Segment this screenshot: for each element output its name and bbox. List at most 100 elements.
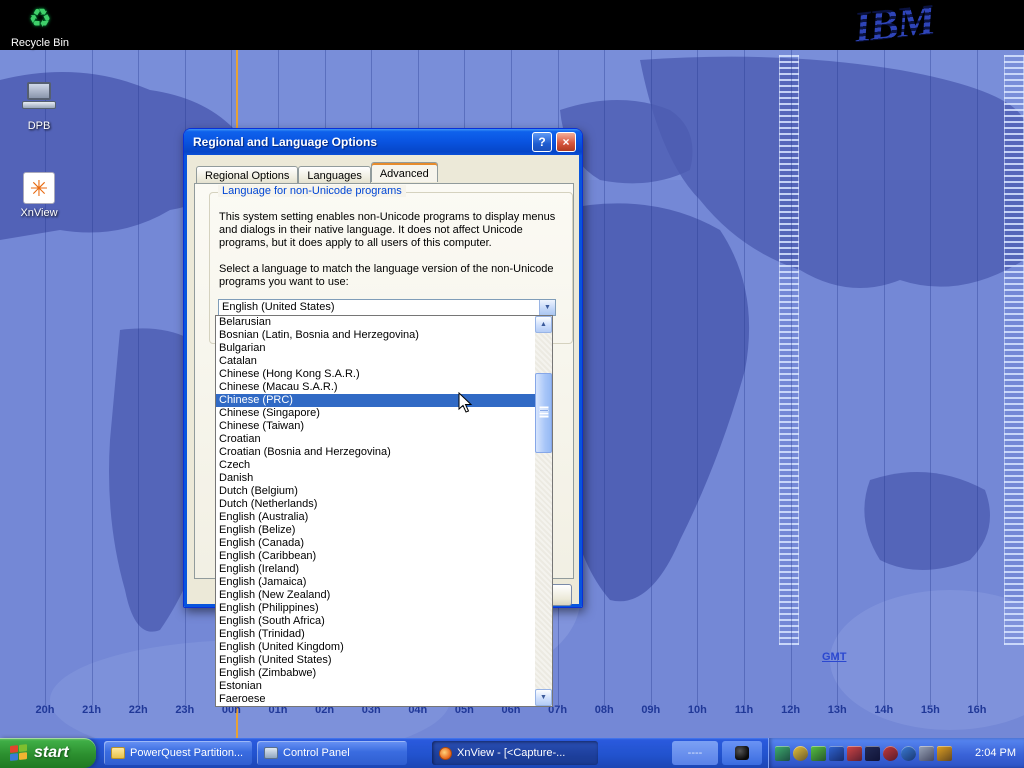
- top-banner: IBM: [0, 0, 1024, 50]
- language-option[interactable]: Chinese (Singapore): [216, 407, 535, 420]
- chevron-down-icon[interactable]: ▼: [539, 300, 555, 315]
- clock[interactable]: 2:04 PM: [975, 747, 1018, 759]
- language-option[interactable]: English (Australia): [216, 511, 535, 524]
- folder-icon: [111, 747, 125, 759]
- scroll-up-icon[interactable]: ▲: [535, 316, 552, 333]
- timezone-line: [92, 50, 93, 705]
- language-option[interactable]: English (New Zealand): [216, 589, 535, 602]
- ibm-logo: IBM: [852, 0, 936, 53]
- tray-icons: [775, 746, 952, 761]
- language-option[interactable]: Bosnian (Latin, Bosnia and Herzegovina): [216, 329, 535, 342]
- dialog-tabs: Regional OptionsLanguagesAdvanced: [196, 164, 438, 183]
- tray-icon-2[interactable]: [793, 746, 808, 761]
- hour-label: 08h: [595, 704, 614, 716]
- language-option[interactable]: English (South Africa): [216, 615, 535, 628]
- system-tray: 2:04 PM: [768, 738, 1024, 768]
- xnview-icon: [439, 747, 452, 760]
- hour-label: 11h: [735, 704, 753, 716]
- hour-label: 15h: [921, 704, 940, 716]
- language-option[interactable]: English (Belize): [216, 524, 535, 537]
- language-option[interactable]: Catalan: [216, 355, 535, 368]
- timezone-line: [651, 50, 652, 705]
- groupbox-title: Language for non-Unicode programs: [218, 185, 406, 197]
- language-option[interactable]: Danish: [216, 472, 535, 485]
- hour-label: 14h: [874, 704, 893, 716]
- taskbar-button-label: XnView - [<Capture-...: [457, 747, 565, 759]
- tray-icon-9[interactable]: [919, 746, 934, 761]
- language-option[interactable]: Chinese (PRC): [216, 394, 535, 407]
- hour-label: 20h: [36, 704, 55, 716]
- dark-app-icon: [735, 746, 749, 760]
- language-option[interactable]: English (Jamaica): [216, 576, 535, 589]
- tab-advanced[interactable]: Advanced: [371, 162, 438, 182]
- windows-flag-icon: [10, 744, 28, 762]
- language-option[interactable]: English (Caribbean): [216, 550, 535, 563]
- tray-icon-3[interactable]: [811, 746, 826, 761]
- combobox-value: English (United States): [222, 300, 335, 315]
- description-text-1: This system setting enables non-Unicode …: [219, 211, 569, 250]
- language-option[interactable]: English (United Kingdom): [216, 641, 535, 654]
- language-option[interactable]: English (United States): [216, 654, 535, 667]
- taskbar-button-control-panel[interactable]: Control Panel: [257, 741, 407, 765]
- tray-icon-5[interactable]: [847, 746, 862, 761]
- xnview-app-icon: ✳: [23, 172, 55, 204]
- hour-label: 16h: [968, 704, 987, 716]
- desktop: 20h21h22h23h00h01h02h03h04h05h06h07h08h0…: [0, 0, 1024, 768]
- desktop-icon-dpb[interactable]: DPB: [4, 82, 74, 132]
- timezone-line: [930, 50, 931, 705]
- language-option[interactable]: Dutch (Netherlands): [216, 498, 535, 511]
- language-option[interactable]: English (Trinidad): [216, 628, 535, 641]
- dialog-titlebar[interactable]: Regional and Language Options ? ×: [184, 129, 582, 155]
- help-button[interactable]: ?: [532, 132, 552, 152]
- tray-icon-7[interactable]: [883, 746, 898, 761]
- language-option[interactable]: English (Philippines): [216, 602, 535, 615]
- language-combobox[interactable]: English (United States) ▼: [218, 299, 556, 316]
- language-option[interactable]: Chinese (Taiwan): [216, 420, 535, 433]
- tray-icon-10[interactable]: [937, 746, 952, 761]
- language-option[interactable]: Chinese (Macau S.A.R.): [216, 381, 535, 394]
- language-option[interactable]: English (Ireland): [216, 563, 535, 576]
- tab-regional-options[interactable]: Regional Options: [196, 166, 298, 184]
- language-option[interactable]: Belarusian: [216, 316, 535, 329]
- language-option[interactable]: Bulgarian: [216, 342, 535, 355]
- language-option[interactable]: English (Zimbabwe): [216, 667, 535, 680]
- desktop-icon-xnview[interactable]: ✳ XnView: [4, 172, 74, 219]
- taskbar: start PowerQuest Partition... Control Pan…: [0, 738, 1024, 768]
- tray-icon-4[interactable]: [829, 746, 844, 761]
- control-panel-icon: [264, 747, 278, 759]
- timezone-line: [977, 50, 978, 705]
- icon-label: XnView: [4, 207, 74, 219]
- language-option[interactable]: Dutch (Belgium): [216, 485, 535, 498]
- timezone-line: [138, 50, 139, 705]
- list-scrollbar[interactable]: ▲ ▼: [535, 316, 552, 706]
- language-option[interactable]: Croatian (Bosnia and Herzegovina): [216, 446, 535, 459]
- tab-languages[interactable]: Languages: [298, 166, 370, 184]
- taskbar-button-powerquest-partition[interactable]: PowerQuest Partition...: [104, 741, 252, 765]
- close-button[interactable]: ×: [556, 132, 576, 152]
- taskbar-extra-segment[interactable]: [722, 741, 762, 765]
- start-button[interactable]: start: [0, 738, 96, 768]
- language-listbox: BelarusianBosnian (Latin, Bosnia and Her…: [215, 315, 553, 707]
- tray-icon-6[interactable]: [865, 746, 880, 761]
- language-option[interactable]: Chinese (Hong Kong S.A.R.): [216, 368, 535, 381]
- language-option[interactable]: Czech: [216, 459, 535, 472]
- tray-icon-1[interactable]: [775, 746, 790, 761]
- laptop-icon: [22, 82, 56, 112]
- taskbar-button-xnview-capture[interactable]: XnView - [<Capture-...: [432, 741, 598, 765]
- taskbar-button-label: Control Panel: [283, 747, 350, 759]
- taskbar-divider-segment[interactable]: ----: [672, 741, 718, 765]
- language-option[interactable]: Estonian: [216, 680, 535, 693]
- tray-icon-8[interactable]: [901, 746, 916, 761]
- scrollbar-thumb[interactable]: [535, 373, 552, 453]
- scroll-down-icon[interactable]: ▼: [535, 689, 552, 706]
- language-option[interactable]: Croatian: [216, 433, 535, 446]
- hour-label: 12h: [781, 704, 800, 716]
- language-option[interactable]: Faeroese: [216, 693, 535, 706]
- dialog-title: Regional and Language Options: [193, 129, 377, 155]
- language-option[interactable]: English (Canada): [216, 537, 535, 550]
- gmt-label: GMT: [822, 651, 846, 663]
- hour-label: 10h: [688, 704, 707, 716]
- start-label: start: [34, 744, 69, 762]
- timezone-line: [604, 50, 605, 705]
- desktop-icon-recycle-bin[interactable]: ♻ Recycle Bin: [5, 2, 75, 49]
